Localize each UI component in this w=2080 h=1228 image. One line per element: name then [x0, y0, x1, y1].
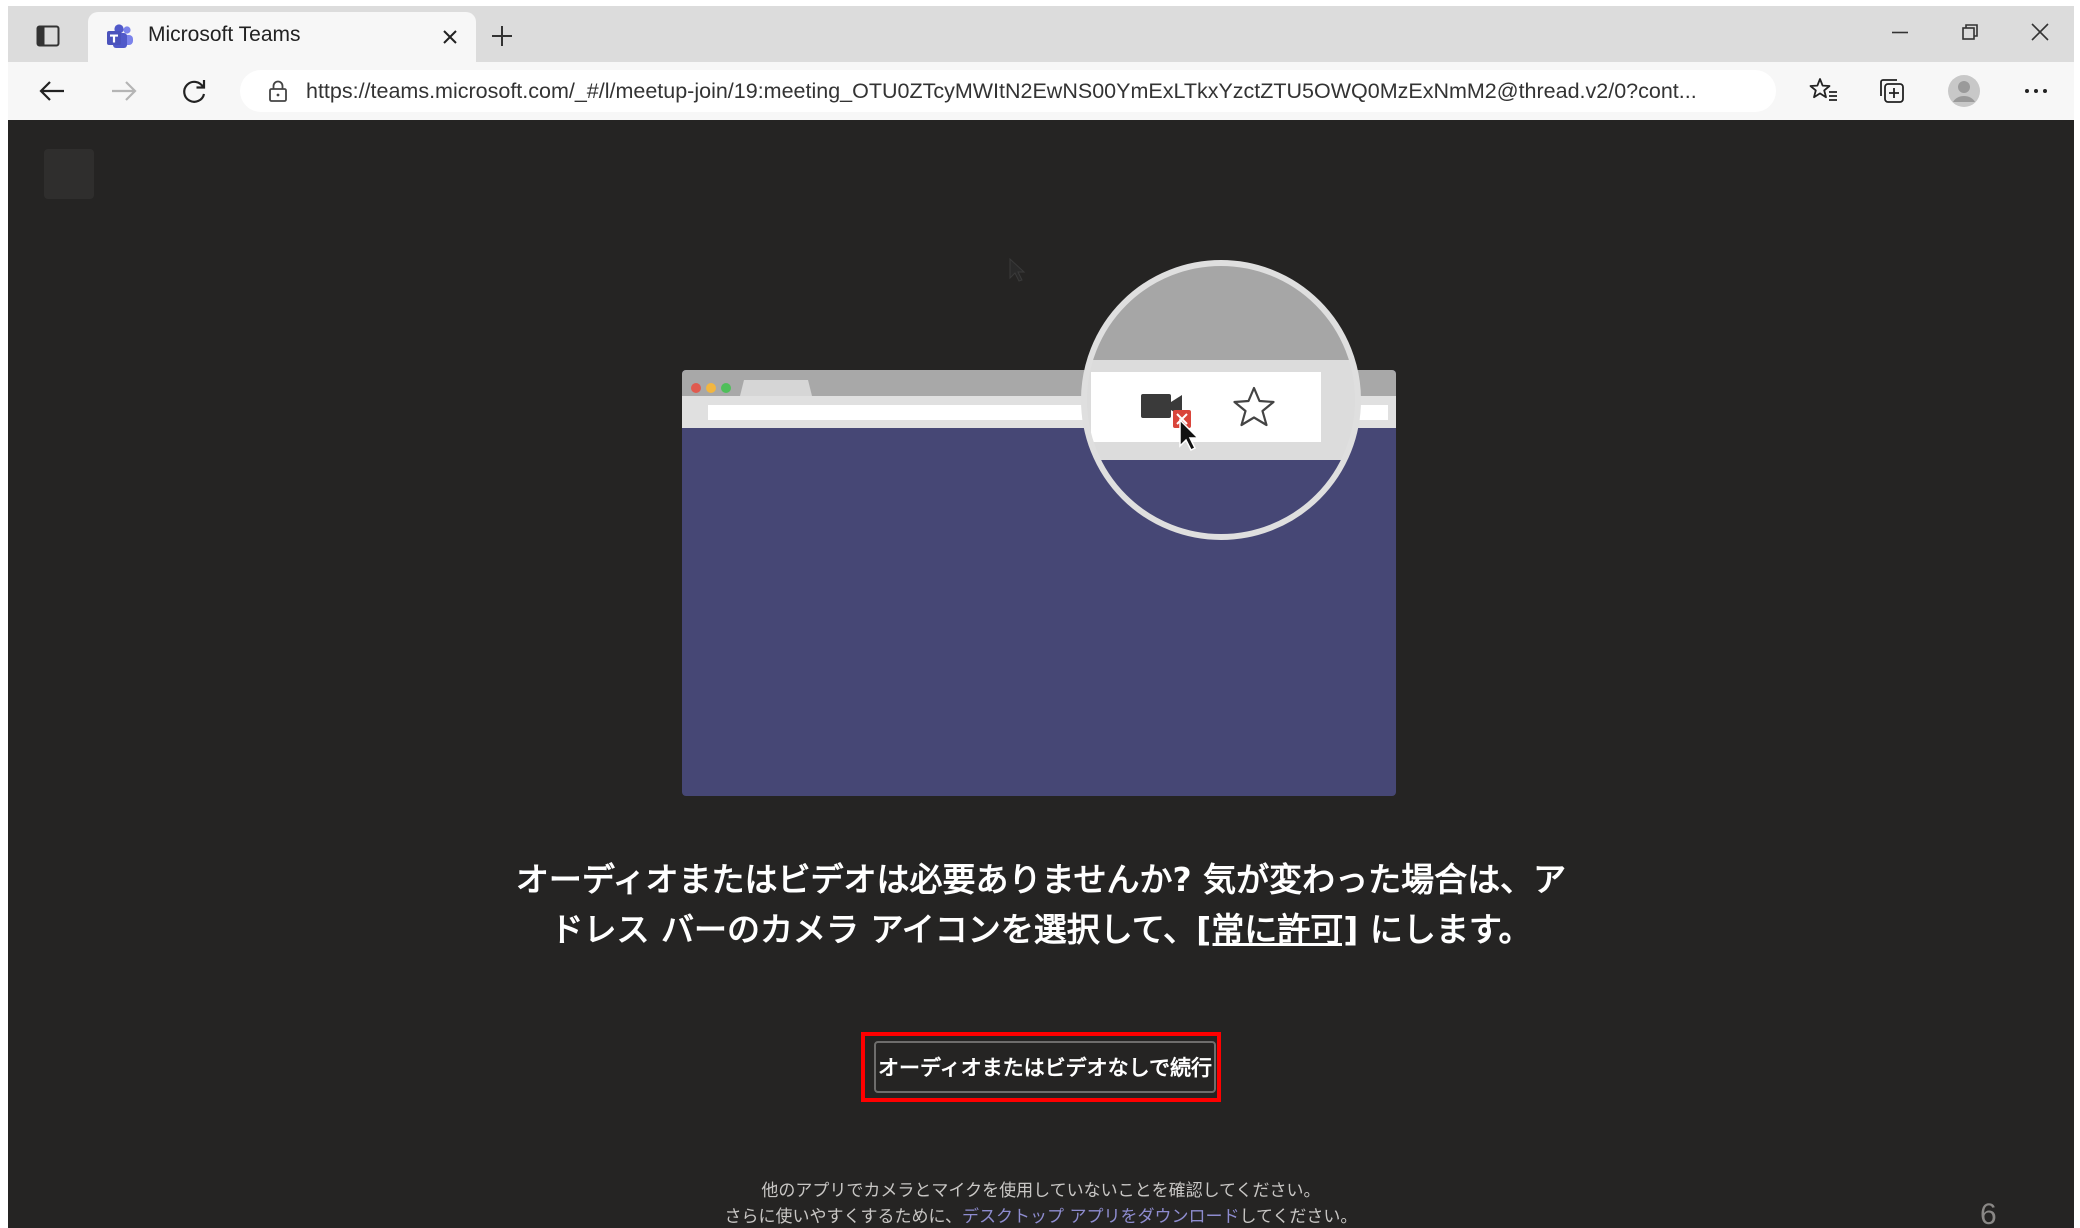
continue-without-audio-video-button[interactable]: オーディオまたはビデオなしで続行 — [874, 1041, 1216, 1093]
permission-message: オーディオまたはビデオは必要ありませんか? 気が変わった場合は、ア ドレス バー… — [8, 855, 2074, 955]
footnote-line-2-text: さらに使いやすくするために、 — [724, 1207, 963, 1227]
new-tab-icon — [492, 26, 512, 46]
cursor-icon — [1009, 257, 1026, 282]
restore-button[interactable] — [1940, 10, 2000, 54]
more-button[interactable] — [2014, 69, 2058, 113]
collections-button[interactable] — [1870, 69, 1914, 113]
message-line-2: ドレス バーのカメラ アイコンを選択して、[常に許可] にします。 — [8, 905, 2074, 955]
more-icon — [2025, 89, 2047, 93]
refresh-button[interactable] — [172, 69, 216, 113]
minimize-button[interactable] — [1870, 10, 1930, 54]
tab-actions-icon — [36, 25, 60, 47]
url-text[interactable]: https://teams.microsoft.com/_#/l/meetup-… — [306, 79, 1697, 104]
browser-window: Microsoft Teams https://teams.microsoft.… — [8, 6, 2074, 1228]
close-tab-icon — [443, 30, 457, 44]
tab-microsoft-teams[interactable]: Microsoft Teams — [88, 12, 476, 62]
favorites-button[interactable] — [1802, 69, 1846, 113]
footnote-line-1: 他のアプリでカメラとマイクを使用していないことを確認してください。 — [761, 1181, 1321, 1201]
browser-toolbar: https://teams.microsoft.com/_#/l/meetup-… — [8, 62, 2074, 120]
address-bar[interactable]: https://teams.microsoft.com/_#/l/meetup-… — [240, 70, 1776, 112]
back-button[interactable] — [30, 69, 74, 113]
back-icon — [39, 81, 64, 101]
camera-permission-illustration — [682, 257, 1396, 796]
page-number: 6 — [1980, 1198, 1997, 1228]
favorites-icon — [1809, 78, 1837, 101]
new-tab-button[interactable] — [482, 16, 522, 56]
tab-actions-button[interactable] — [28, 16, 68, 56]
footnote-line-2: さらに使いやすくするために、デスクトップ アプリをダウンロードしてください。 — [8, 1204, 2074, 1228]
refresh-icon — [183, 80, 206, 103]
lock-icon — [269, 80, 287, 102]
always-allow-text: [常に許可] — [1196, 910, 1359, 949]
footnote: 他のアプリでカメラとマイクを使用していないことを確認してください。 さらに使いや… — [8, 1178, 2074, 1228]
minimize-icon — [1892, 31, 1908, 34]
footnote-line-2-suffix: してください。 — [1239, 1207, 1358, 1227]
close-tab-button[interactable] — [434, 21, 466, 53]
message-line-2-text: ドレス バーのカメラ アイコンを選択して、 — [550, 910, 1197, 949]
teams-icon — [107, 24, 133, 48]
collections-icon — [1880, 79, 1904, 103]
message-line-2-suffix: にします。 — [1358, 910, 1532, 949]
forward-icon — [112, 81, 137, 101]
profile-button[interactable] — [1942, 69, 1986, 113]
close-window-icon — [2031, 23, 2049, 41]
download-desktop-app-link[interactable]: デスクトップ アプリをダウンロード — [962, 1207, 1239, 1227]
restore-icon — [1962, 24, 1978, 40]
message-line-1: オーディオまたはビデオは必要ありませんか? 気が変わった場合は、ア — [515, 860, 1567, 899]
teams-page: オーディオまたはビデオは必要ありませんか? 気が変わった場合は、ア ドレス バー… — [8, 120, 2074, 1228]
close-window-button[interactable] — [2010, 10, 2070, 54]
forward-button[interactable] — [102, 69, 146, 113]
profile-icon — [1948, 75, 1980, 107]
tab-strip: Microsoft Teams — [8, 6, 2074, 62]
tab-title: Microsoft Teams — [148, 23, 301, 46]
